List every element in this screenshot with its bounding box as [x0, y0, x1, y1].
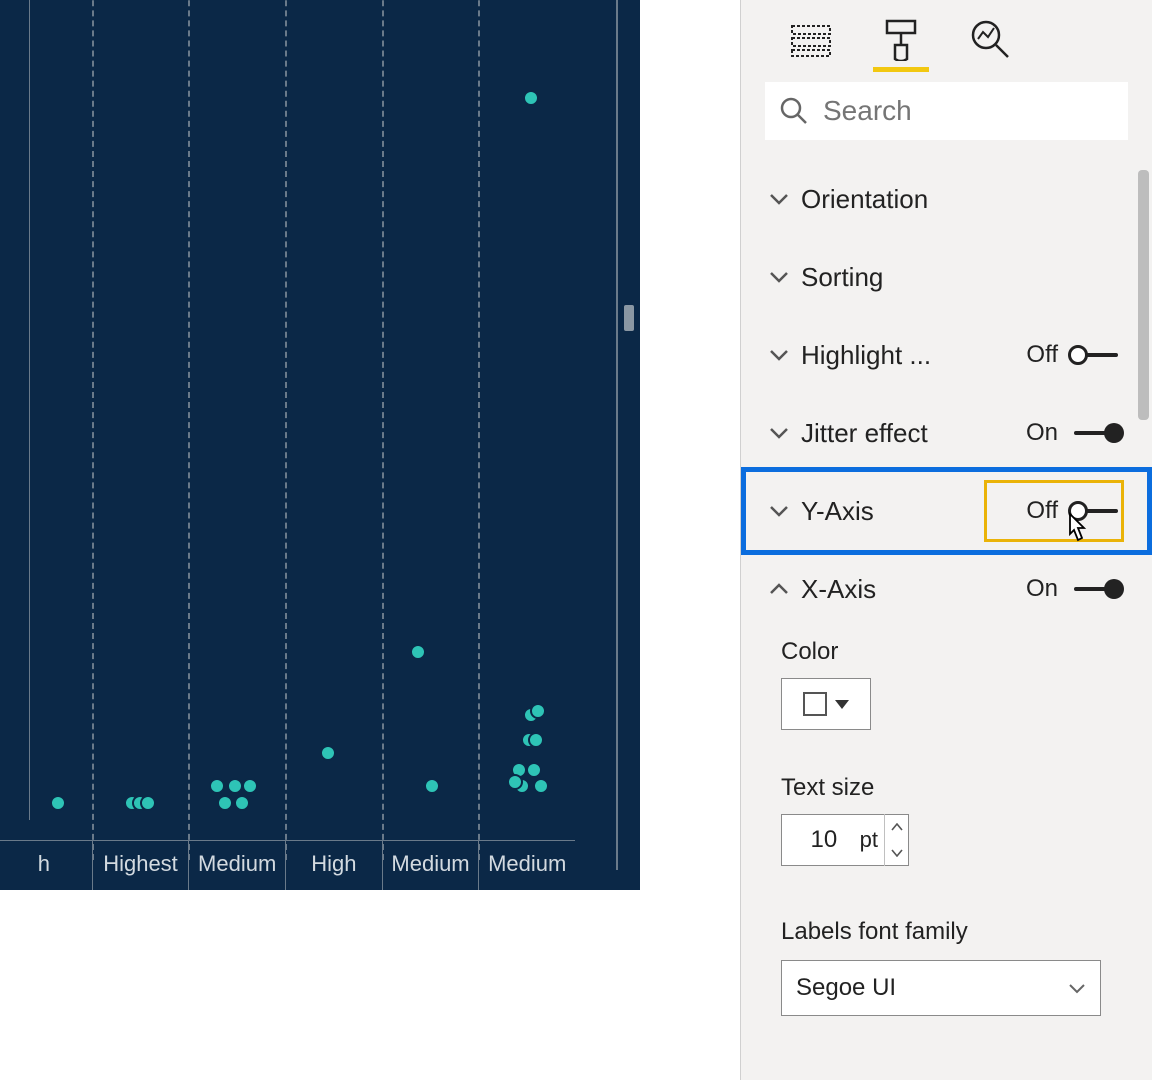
- x-axis: hHighestMediumHighMediumMedium: [0, 840, 575, 890]
- textsize-input[interactable]: 10pt: [781, 814, 909, 866]
- font-family-value: Segoe UI: [796, 974, 896, 1002]
- section-label: Orientation: [793, 184, 1134, 215]
- color-label: Color: [781, 638, 1134, 666]
- section-xaxis[interactable]: X-AxisOn: [759, 550, 1134, 628]
- panel-tabs: [759, 0, 1134, 64]
- analytics-tab[interactable]: [969, 18, 1013, 62]
- toggle-xaxis[interactable]: [1066, 579, 1126, 599]
- section-label: Sorting: [793, 262, 1134, 293]
- color-picker[interactable]: [781, 678, 871, 730]
- x-axis-label: Medium: [188, 841, 285, 890]
- chevron-down-icon: [765, 426, 793, 440]
- search-box[interactable]: [765, 82, 1128, 140]
- section-sorting[interactable]: Sorting: [759, 238, 1134, 316]
- data-point[interactable]: [217, 795, 233, 811]
- dropdown-caret-icon: [835, 700, 849, 709]
- toggle-yaxis[interactable]: [1066, 501, 1126, 521]
- font-family-dropdown[interactable]: Segoe UI: [781, 960, 1101, 1016]
- x-axis-label: h: [0, 841, 92, 890]
- color-swatch: [803, 692, 827, 716]
- format-sections: OrientationSortingHighlight ...OffJitter…: [759, 160, 1134, 1016]
- section-orientation[interactable]: Orientation: [759, 160, 1134, 238]
- data-point[interactable]: [227, 778, 243, 794]
- search-icon: [779, 96, 809, 126]
- section-highlight[interactable]: Highlight ...Off: [759, 316, 1134, 394]
- section-label: X-Axis: [793, 574, 1026, 605]
- data-point[interactable]: [530, 703, 546, 719]
- data-point[interactable]: [528, 732, 544, 748]
- textsize-unit: pt: [860, 827, 884, 853]
- spinner-down-icon[interactable]: [885, 840, 908, 866]
- data-point[interactable]: [533, 778, 549, 794]
- search-input[interactable]: [823, 95, 1114, 127]
- x-axis-label: Highest: [92, 841, 189, 890]
- data-point[interactable]: [424, 778, 440, 794]
- section-label: Y-Axis: [793, 496, 1026, 527]
- data-point[interactable]: [140, 795, 156, 811]
- chevron-up-icon: [765, 582, 793, 596]
- data-point[interactable]: [242, 778, 258, 794]
- toggle-highlight[interactable]: [1066, 345, 1126, 365]
- visual-canvas[interactable]: hHighestMediumHighMediumMedium: [0, 0, 740, 1080]
- section-jitter[interactable]: Jitter effectOn: [759, 394, 1134, 472]
- toggle-state: On: [1026, 419, 1058, 447]
- textsize-label: Text size: [781, 774, 1134, 802]
- data-point[interactable]: [209, 778, 225, 794]
- data-point[interactable]: [320, 745, 336, 761]
- data-point[interactable]: [526, 762, 542, 778]
- toggle-state: Off: [1026, 341, 1058, 369]
- chevron-down-icon: [765, 192, 793, 206]
- format-panel: OrientationSortingHighlight ...OffJitter…: [740, 0, 1152, 1080]
- section-label: Highlight ...: [793, 340, 1026, 371]
- chart-scrollbar-thumb[interactable]: [624, 305, 634, 331]
- chevron-down-icon: [1068, 982, 1086, 994]
- toggle-state: On: [1026, 575, 1058, 603]
- chevron-down-icon: [765, 348, 793, 362]
- section-yaxis[interactable]: Y-AxisOff: [759, 472, 1134, 550]
- x-axis-label: High: [285, 841, 382, 890]
- toggle-jitter[interactable]: [1066, 423, 1126, 443]
- chevron-down-icon: [765, 504, 793, 518]
- x-axis-label: Medium: [478, 841, 575, 890]
- textsize-value: 10: [782, 826, 860, 854]
- toggle-state: Off: [1026, 497, 1058, 525]
- data-point[interactable]: [234, 795, 250, 811]
- font-family-label: Labels font family: [781, 918, 1134, 946]
- format-tab[interactable]: [879, 18, 923, 62]
- data-point[interactable]: [523, 90, 539, 106]
- x-axis-label: Medium: [382, 841, 479, 890]
- panel-scrollbar-thumb[interactable]: [1138, 170, 1149, 420]
- data-point[interactable]: [410, 644, 426, 660]
- fields-tab[interactable]: [789, 18, 833, 62]
- data-point[interactable]: [507, 774, 523, 790]
- data-point[interactable]: [50, 795, 66, 811]
- scatter-chart[interactable]: hHighestMediumHighMediumMedium: [0, 0, 640, 890]
- chart-scrollbar-track[interactable]: [624, 0, 634, 870]
- spinner-up-icon[interactable]: [885, 814, 908, 840]
- chevron-down-icon: [765, 270, 793, 284]
- section-label: Jitter effect: [793, 418, 1026, 449]
